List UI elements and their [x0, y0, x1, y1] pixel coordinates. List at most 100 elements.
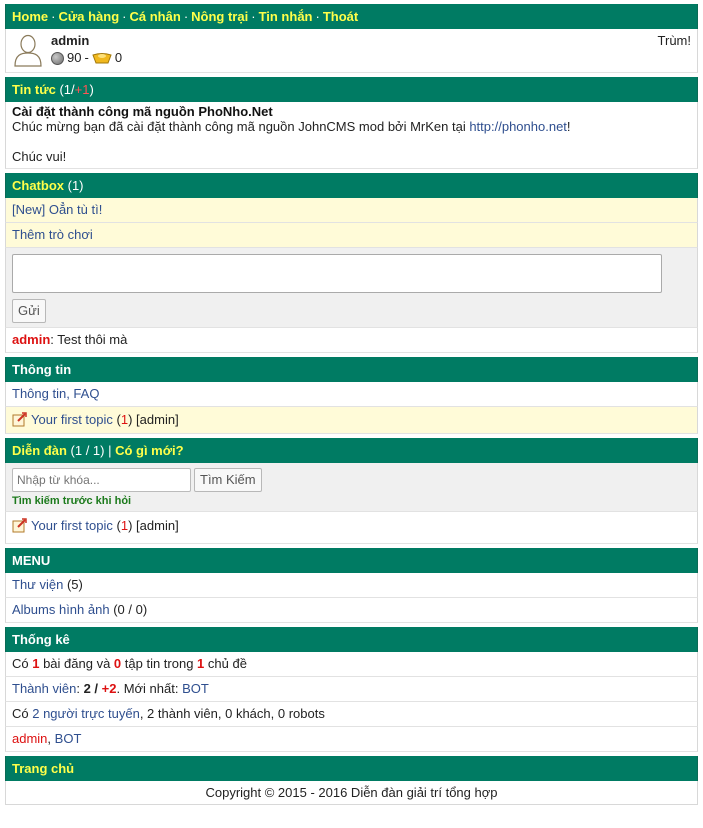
chatbox-title[interactable]: Chatbox: [12, 178, 64, 193]
stats-newest-member-link[interactable]: BOT: [182, 681, 209, 696]
stats-text: chủ đề: [204, 656, 247, 671]
stats-text: , 2 thành viên, 0 khách, 0 robots: [139, 706, 325, 721]
chatbox-item[interactable]: Thêm trò chơi: [5, 223, 698, 248]
chat-message-input[interactable]: [12, 254, 662, 293]
footer-header: Trang chủ: [5, 756, 698, 781]
forum-header: Diễn đàn (1 / 1) | Có gì mới?: [5, 438, 698, 463]
forum-search-button[interactable]: Tìm Kiếm: [194, 468, 262, 492]
nav-separator: ·: [251, 9, 256, 24]
info-header: Thông tin: [5, 357, 698, 382]
user-role: Trùm!: [657, 33, 691, 48]
forum-search-input[interactable]: [12, 468, 191, 492]
stats-members-row: Thành viên: 2 / +2. Mới nhất: BOT: [5, 677, 698, 702]
chatbox-item[interactable]: [New] Oẳn tù tì!: [5, 198, 698, 223]
forum-search: Tìm Kiếm Tìm kiếm trước khi hỏi: [5, 463, 698, 512]
menu-albums-row[interactable]: Albums hình ảnh (0 / 0): [5, 598, 698, 623]
stats-text: Có: [12, 706, 33, 721]
stats-title: Thống kê: [12, 632, 70, 647]
footer-home-link[interactable]: Trang chủ: [12, 761, 74, 776]
stats-text: tập tin trong: [121, 656, 198, 671]
page: Home · Cửa hàng · Cá nhân · Nông trại · Tin nhắn…: [5, 4, 698, 805]
chat-form: Gửi: [5, 248, 698, 328]
info-topic-count: 1: [120, 412, 129, 427]
topic-document-icon: [12, 412, 27, 427]
menu-albums-link[interactable]: Albums hình ảnh: [12, 602, 110, 617]
user-panel: admin 90 - 0 Trùm!: [5, 29, 698, 73]
stats-members-count: 2: [83, 681, 91, 696]
stats-members-new: +2: [101, 681, 117, 696]
user-balance: 90 - 0: [51, 50, 122, 66]
nav-logout[interactable]: Thoát: [323, 9, 358, 24]
stats-text: /: [90, 681, 102, 696]
forum-title[interactable]: Diễn đàn: [12, 443, 67, 458]
stats-online-users-row: admin, BOT: [5, 727, 698, 752]
menu-library-row[interactable]: Thư viện (5): [5, 573, 698, 598]
coin-icon: [51, 51, 64, 65]
stats-text: Có: [12, 656, 33, 671]
coin-amount: 90: [67, 50, 82, 65]
menu-library-count: (5): [63, 577, 83, 592]
info-title: Thông tin: [12, 362, 72, 377]
info-topic-row[interactable]: Your first topic (1) [admin]: [5, 407, 698, 434]
nav-messages[interactable]: Tin nhắn: [259, 9, 313, 24]
news-link[interactable]: http://phonho.net: [469, 119, 567, 134]
info-faq-row[interactable]: Thông tin, FAQ: [5, 382, 698, 407]
forum-search-hint: Tìm kiếm trước khi hỏi: [12, 495, 132, 507]
news-headline: Cài đặt thành công mã nguồn PhoNho.Net: [12, 104, 273, 119]
info-topic-link[interactable]: Your first topic: [31, 412, 113, 427]
chatbox-count: (1): [64, 178, 84, 193]
news-count-close: ): [89, 82, 94, 97]
username[interactable]: admin: [51, 34, 89, 48]
chat-message-user[interactable]: admin: [12, 332, 50, 347]
stats-text: . Mới nhất:: [116, 681, 183, 696]
stats-text: bài đăng và: [39, 656, 114, 671]
news-title[interactable]: Tin tức: [12, 82, 56, 97]
avatar-icon[interactable]: [13, 33, 43, 67]
menu-header: MENU: [5, 548, 698, 573]
stats-online-link[interactable]: 2 người trực tuyến: [32, 706, 140, 721]
news-text: Chúc mừng bạn đã cài đặt thành công mã n…: [12, 119, 691, 134]
nav-shop[interactable]: Cửa hàng: [58, 9, 119, 24]
chatbox-item-link[interactable]: Thêm trò chơi: [12, 227, 93, 242]
gold-amount: 0: [114, 50, 123, 65]
stats-members-link[interactable]: Thành viên: [12, 681, 76, 696]
nav-separator: ·: [51, 9, 56, 24]
forum-topic-link[interactable]: Your first topic: [31, 518, 113, 533]
stats-online-row: Có 2 người trực tuyến, 2 thành viên, 0 k…: [5, 702, 698, 727]
nav-farm[interactable]: Nông trại: [191, 9, 248, 24]
online-user-bot-link[interactable]: BOT: [55, 731, 82, 746]
top-nav: Home · Cửa hàng · Cá nhân · Nông trại · Tin nhắn…: [5, 4, 698, 29]
chatbox-item-link[interactable]: [New] Oẳn tù tì!: [12, 202, 102, 217]
chat-message: admin: Test thôi mà: [5, 328, 698, 353]
forum-whats-new-link[interactable]: Có gì mới?: [115, 443, 183, 458]
nav-home[interactable]: Home: [12, 9, 48, 24]
info-topic-count-open: (: [112, 412, 121, 427]
news-count: (1/: [55, 82, 75, 97]
info-topic-author: [admin]: [132, 412, 179, 427]
send-button[interactable]: Gửi: [12, 299, 46, 323]
chatbox-header[interactable]: Chatbox (1): [5, 173, 698, 198]
chat-message-text: : Test thôi mà: [50, 332, 128, 347]
forum-topic-count: 1: [120, 518, 129, 533]
stats-text: ,: [47, 731, 55, 746]
stats-posts-row: Có 1 bài đăng và 0 tập tin trong 1 chủ đ…: [5, 652, 698, 677]
news-header[interactable]: Tin tức (1/+1): [5, 77, 698, 102]
nav-separator: ·: [183, 9, 189, 24]
info-faq-link[interactable]: Thông tin, FAQ: [12, 386, 99, 401]
menu-title: MENU: [12, 553, 51, 568]
forum-count: (1 / 1) |: [66, 443, 116, 458]
stats-header: Thống kê: [5, 627, 698, 652]
forum-topic-author: [admin]: [132, 518, 179, 533]
news-body: Cài đặt thành công mã nguồn PhoNho.Net C…: [5, 102, 698, 169]
menu-library-link[interactable]: Thư viện: [12, 577, 63, 592]
online-user-admin-link[interactable]: admin: [12, 731, 47, 746]
menu-albums-count: (0 / 0): [109, 602, 148, 617]
nav-separator: ·: [122, 9, 127, 24]
balance-separator: -: [84, 50, 89, 65]
forum-topic-row[interactable]: Your first topic (1) [admin]: [5, 512, 698, 544]
nav-profile[interactable]: Cá nhân: [130, 9, 181, 24]
copyright: Copyright © 2015 - 2016 Diễn đàn giải tr…: [5, 781, 698, 805]
forum-topic-count-open: (: [112, 518, 121, 533]
news-closing: Chúc vui!: [12, 149, 67, 164]
stats-text: :: [76, 681, 84, 696]
